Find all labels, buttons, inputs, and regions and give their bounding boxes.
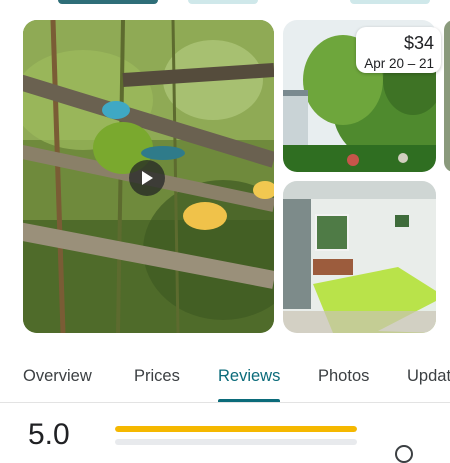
price-card[interactable]: $34 Apr 20 – 21 [356, 27, 441, 73]
rating-bar-4-stars [115, 439, 357, 445]
rating-bar-5-stars [115, 426, 357, 432]
overall-rating: 5.0 [28, 418, 70, 451]
tab-photos[interactable]: Photos [318, 367, 369, 386]
play-icon [142, 171, 153, 185]
nightly-price: $34 [403, 33, 434, 53]
bird-video-thumbnail[interactable] [23, 20, 274, 333]
stay-dates: Apr 20 – 21 [364, 56, 434, 71]
rating-bar-fill [115, 426, 357, 432]
info-icon[interactable] [395, 445, 413, 463]
tab-updates[interactable]: Updat [407, 367, 450, 386]
tabs-divider [0, 402, 450, 403]
scrolled-content-edge [350, 0, 430, 4]
tab-prices[interactable]: Prices [134, 367, 180, 386]
bedroom-photo[interactable] [283, 181, 436, 333]
tab-overview[interactable]: Overview [23, 367, 92, 386]
tab-reviews[interactable]: Reviews [218, 367, 280, 386]
next-photo-peek[interactable] [444, 20, 450, 172]
play-button[interactable] [129, 160, 165, 196]
scrolled-content-edge [188, 0, 258, 4]
scrolled-content-edge [58, 0, 158, 4]
section-tabs: Overview Prices Reviews Photos Updat [0, 354, 450, 404]
